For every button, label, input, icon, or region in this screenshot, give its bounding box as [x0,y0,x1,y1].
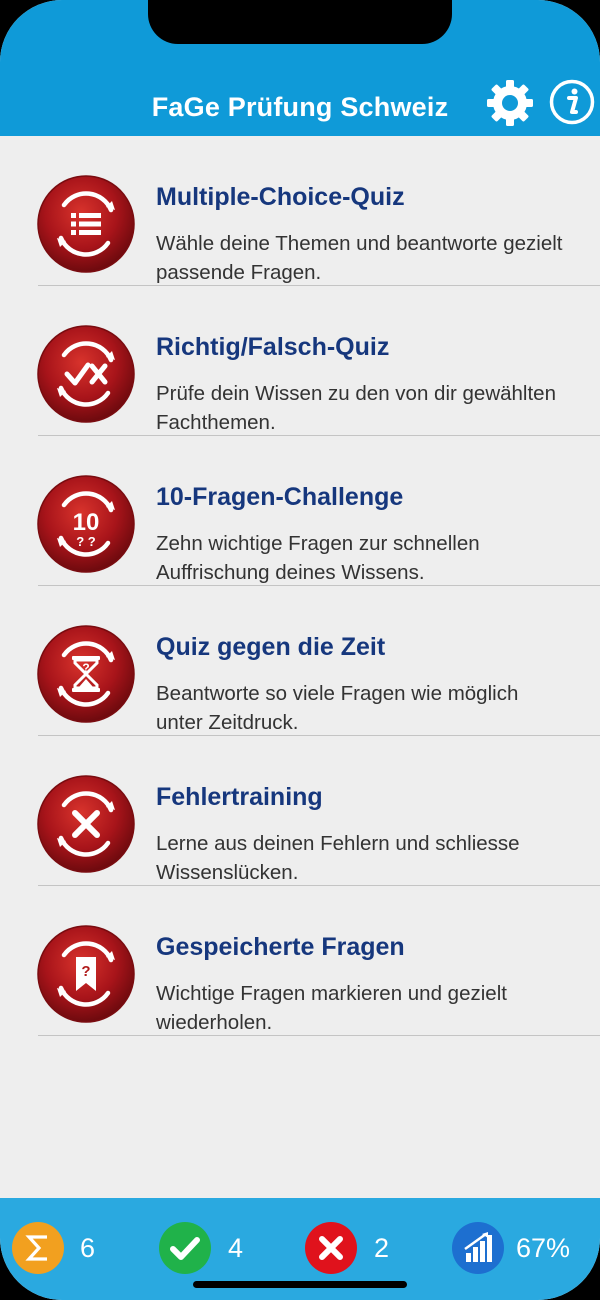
description-line: Beantworte so viele Fragen wie möglich [156,682,519,705]
menu-item-title: Quiz gegen die Zeit [156,633,386,661]
description-line: Fachthemen. [156,411,276,434]
menu-item-description: Prüfe dein Wissen zu den von dir gewählt… [156,379,600,437]
menu-item-title: Fehlertraining [156,783,323,811]
checkmark-icon [159,1222,211,1274]
description-line: Lerne aus deinen Fehlern und schliesse [156,832,520,855]
stat-rate-value: 67% [516,1233,571,1263]
stat-total-value: 6 [80,1233,96,1263]
bar-chart-icon [452,1222,504,1274]
cross-icon [305,1222,357,1274]
hourglass-icon: ? [36,624,136,724]
description-line: unter Zeitdruck. [156,711,299,734]
app-screen: FaGe Prüfung Schweiz Multiple-Choice-Qui… [0,0,600,1300]
menu-item-description: Wichtige Fragen markieren und gezielt wi… [156,979,600,1037]
true-false-icon [36,324,136,424]
error-training-icon [36,774,136,874]
menu-item-ten-questions[interactable]: 10 ? ? 10-Fragen-Challenge Zehn wichtige… [0,436,600,586]
sigma-icon [12,1222,64,1274]
menu-item-title: Gespeicherte Fragen [156,933,405,961]
menu-item-error-training[interactable]: Fehlertraining Lerne aus deinen Fehlern … [0,736,600,886]
description-line: passende Fragen. [156,261,322,284]
stat-wrong-value: 2 [374,1233,390,1263]
menu-item-time-quiz[interactable]: ? Quiz gegen die Zeit Beantworte so viel… [0,586,600,736]
gear-icon [487,80,533,126]
description-line: Wichtige Fragen markieren und gezielt [156,982,507,1005]
svg-text:?: ? [82,661,89,675]
menu-item-title: Multiple-Choice-Quiz [156,183,405,211]
menu-item-multiple-choice[interactable]: Multiple-Choice-Quiz Wähle deine Themen … [0,136,600,286]
description-line: wiederholen. [156,1011,273,1034]
description-line: Auffrischung deines Wissens. [156,561,425,584]
menu-item-title: Richtig/Falsch-Quiz [156,333,390,361]
settings-button[interactable] [486,79,534,127]
icon-question-mark: ? [81,963,90,980]
multiple-choice-icon [36,174,136,274]
divider [38,1035,600,1036]
description-line: Zehn wichtige Fragen zur schnellen [156,532,480,555]
description-line: Prüfe dein Wissen zu den von dir gewählt… [156,382,556,405]
bookmark-icon: ? [36,924,136,1024]
menu-item-description: Lerne aus deinen Fehlern und schliesse W… [156,829,600,887]
menu-item-title: 10-Fragen-Challenge [156,483,404,511]
info-button[interactable] [549,79,595,125]
description-line: Wähle deine Themen und beantworte geziel… [156,232,563,255]
menu-item-description: Beantworte so viele Fragen wie möglich u… [156,679,600,737]
info-icon [549,79,595,125]
quiz-menu: Multiple-Choice-Quiz Wähle deine Themen … [0,136,600,1036]
app-header: FaGe Prüfung Schweiz [0,0,600,136]
icon-question-marks: ? ? [76,534,96,549]
device-notch [148,0,452,44]
icon-number-label: 10 [73,509,100,536]
stat-correct-value: 4 [228,1233,244,1263]
menu-item-description: Wähle deine Themen und beantworte geziel… [156,229,600,287]
description-line: Wissenslücken. [156,861,299,884]
ten-questions-icon: 10 ? ? [36,474,136,574]
menu-item-saved-questions[interactable]: ? Gespeicherte Fragen Wichtige Fragen ma… [0,886,600,1036]
home-indicator[interactable] [193,1281,407,1288]
menu-item-description: Zehn wichtige Fragen zur schnellen Auffr… [156,529,600,587]
menu-item-true-false[interactable]: Richtig/Falsch-Quiz Prüfe dein Wissen zu… [0,286,600,436]
